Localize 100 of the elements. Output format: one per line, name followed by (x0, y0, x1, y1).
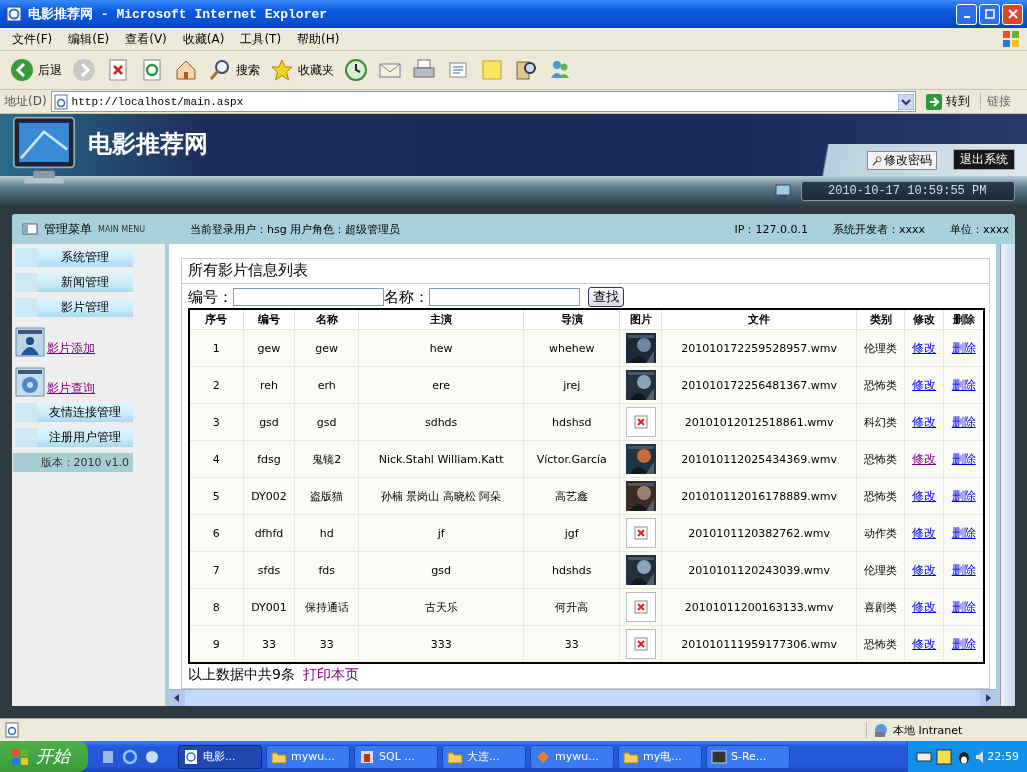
broken-image-icon (625, 518, 656, 548)
toolbar-button[interactable]: 搜索 (204, 56, 264, 84)
table-cell: 恐怖类 (856, 366, 905, 404)
menu-item[interactable]: 收藏(A) (176, 30, 231, 48)
record-count-text: 以上数据中共9条 (188, 666, 295, 684)
sidebar-section-button[interactable]: 影片管理 (15, 298, 133, 317)
table-cell: 33 (523, 625, 620, 663)
sidebar-section-button[interactable]: 注册用户管理 (15, 428, 133, 447)
field-label: 编号： (188, 287, 233, 307)
key-icon (872, 155, 882, 166)
browser-icon (6, 6, 22, 22)
table-cell: 333 (358, 625, 524, 663)
toolbar-button[interactable]: 后退 (6, 56, 66, 84)
table-cell: DY002 (243, 477, 295, 515)
diamond-icon (535, 748, 551, 765)
forward-icon (72, 58, 96, 82)
close-button[interactable] (1002, 3, 1023, 25)
column-header: 序号 (189, 309, 244, 330)
table-cell: dfhfd (243, 514, 295, 552)
logout-button[interactable]: 退出系统 (953, 149, 1015, 170)
horizontal-scrollbar[interactable] (169, 689, 996, 706)
table-cell: 盗版猫 (294, 477, 359, 515)
table-cell: 20101011200163133.wmv (661, 588, 857, 626)
maximize-icon (984, 9, 995, 19)
sidebar-link[interactable]: 影片添加 (47, 340, 95, 357)
table-cell: 20101012012518861.wmv (661, 403, 857, 441)
table-cell: 保持通话 (294, 588, 359, 626)
table-cell: Nick.Stahl William.Katt (358, 440, 524, 478)
table-cell: 古天乐 (358, 588, 524, 626)
windows-logo-icon (10, 746, 30, 767)
table-cell: 201010172256481367.wmv (661, 366, 857, 404)
input-field[interactable] (429, 288, 580, 306)
taskbar-button[interactable]: mywu... (266, 744, 350, 769)
minimize-button[interactable] (956, 3, 977, 25)
page-icon (4, 722, 20, 738)
column-header: 导演 (523, 309, 620, 330)
menu-item[interactable]: 工具(T) (234, 30, 288, 48)
menu-item[interactable]: 编辑(E) (62, 30, 116, 48)
app-icon[interactable] (144, 748, 160, 765)
sidebar-section-button[interactable]: 友情连接管理 (15, 403, 133, 422)
column-header: 图片 (619, 309, 662, 330)
table-cell: jrej (523, 366, 620, 404)
network-icon (873, 722, 889, 738)
menu-item[interactable]: 查看(V) (119, 30, 173, 48)
table-cell: 恐怖类 (856, 440, 905, 478)
scroll-left-icon[interactable] (169, 690, 185, 706)
version-text: 版本：2010 v1.0 (13, 453, 133, 472)
change-password-button[interactable]: 修改密码 (867, 151, 937, 170)
table-cell: 33 (243, 625, 295, 663)
table-cell: 孙楠 景岗山 高晓松 阿朵 (358, 477, 524, 515)
table-cell: 鬼镜2 (294, 440, 359, 478)
clock-icon (344, 58, 368, 82)
menu-icon (22, 221, 38, 237)
go-button[interactable]: 转到 (920, 93, 976, 110)
desktop-icon[interactable] (100, 748, 116, 765)
browser-icon[interactable] (122, 748, 138, 765)
table-cell: whehew (523, 329, 620, 367)
sidebar-section-button[interactable]: 新闻管理 (15, 273, 133, 292)
dropdown-icon[interactable] (898, 93, 914, 110)
note-icon (480, 58, 504, 82)
table-cell: 201010112025434369.wmv (661, 440, 857, 478)
sidebar-link[interactable]: 影片查询 (47, 380, 95, 397)
panel-title: 所有影片信息列表 (181, 258, 990, 284)
browser-icon (183, 748, 199, 765)
scroll-right-icon[interactable] (980, 690, 996, 706)
table-cell: hd (294, 514, 359, 552)
taskbar-button[interactable]: S-Re... (706, 744, 790, 769)
menu-item[interactable]: 文件(F) (6, 30, 59, 48)
table-cell: 2 (189, 366, 244, 404)
search-button[interactable]: 查找 (588, 287, 624, 307)
menu-item[interactable]: 帮助(H) (291, 30, 346, 48)
site-title: 电影推荐网 (88, 129, 209, 160)
table-cell: DY001 (243, 588, 295, 626)
search-icon (208, 58, 232, 82)
print-link[interactable]: 打印本页 (302, 666, 359, 684)
book-icon (514, 58, 538, 82)
taskbar-button[interactable]: SQL ... (354, 744, 438, 769)
input-field[interactable] (233, 288, 384, 306)
table-cell: 高艺鑫 (523, 477, 620, 515)
sidebar-section-button[interactable]: 系统管理 (15, 248, 133, 267)
table-cell: 2010101120243039.wmv (661, 551, 857, 589)
taskbar-button[interactable]: 电影... (178, 744, 262, 769)
maximize-button[interactable] (979, 3, 1000, 25)
table-cell: 1 (189, 329, 244, 367)
toolbar-button[interactable]: 收藏夹 (266, 56, 338, 84)
column-header: 类别 (856, 309, 905, 330)
column-header: 修改 (904, 309, 944, 330)
table-cell: 恐怖类 (856, 625, 905, 663)
column-header: 名称 (294, 309, 359, 330)
arrow-icon (926, 93, 942, 110)
table-cell: gsd (358, 551, 524, 589)
taskbar-button[interactable]: my电... (618, 744, 702, 769)
vertical-scrollbar[interactable] (1000, 244, 1015, 706)
terminal-icon (711, 748, 727, 765)
current-user-text: 当前登录用户：hsg 用户角色：超级管理员 (190, 221, 402, 237)
links-label[interactable]: 链接 (980, 93, 1023, 110)
table-cell: 恐怖类 (856, 477, 905, 515)
taskbar-button[interactable]: 大连... (442, 744, 526, 769)
taskbar-button[interactable]: mywu... (530, 744, 614, 769)
address-field[interactable]: http://localhost/main.aspx (50, 91, 916, 112)
